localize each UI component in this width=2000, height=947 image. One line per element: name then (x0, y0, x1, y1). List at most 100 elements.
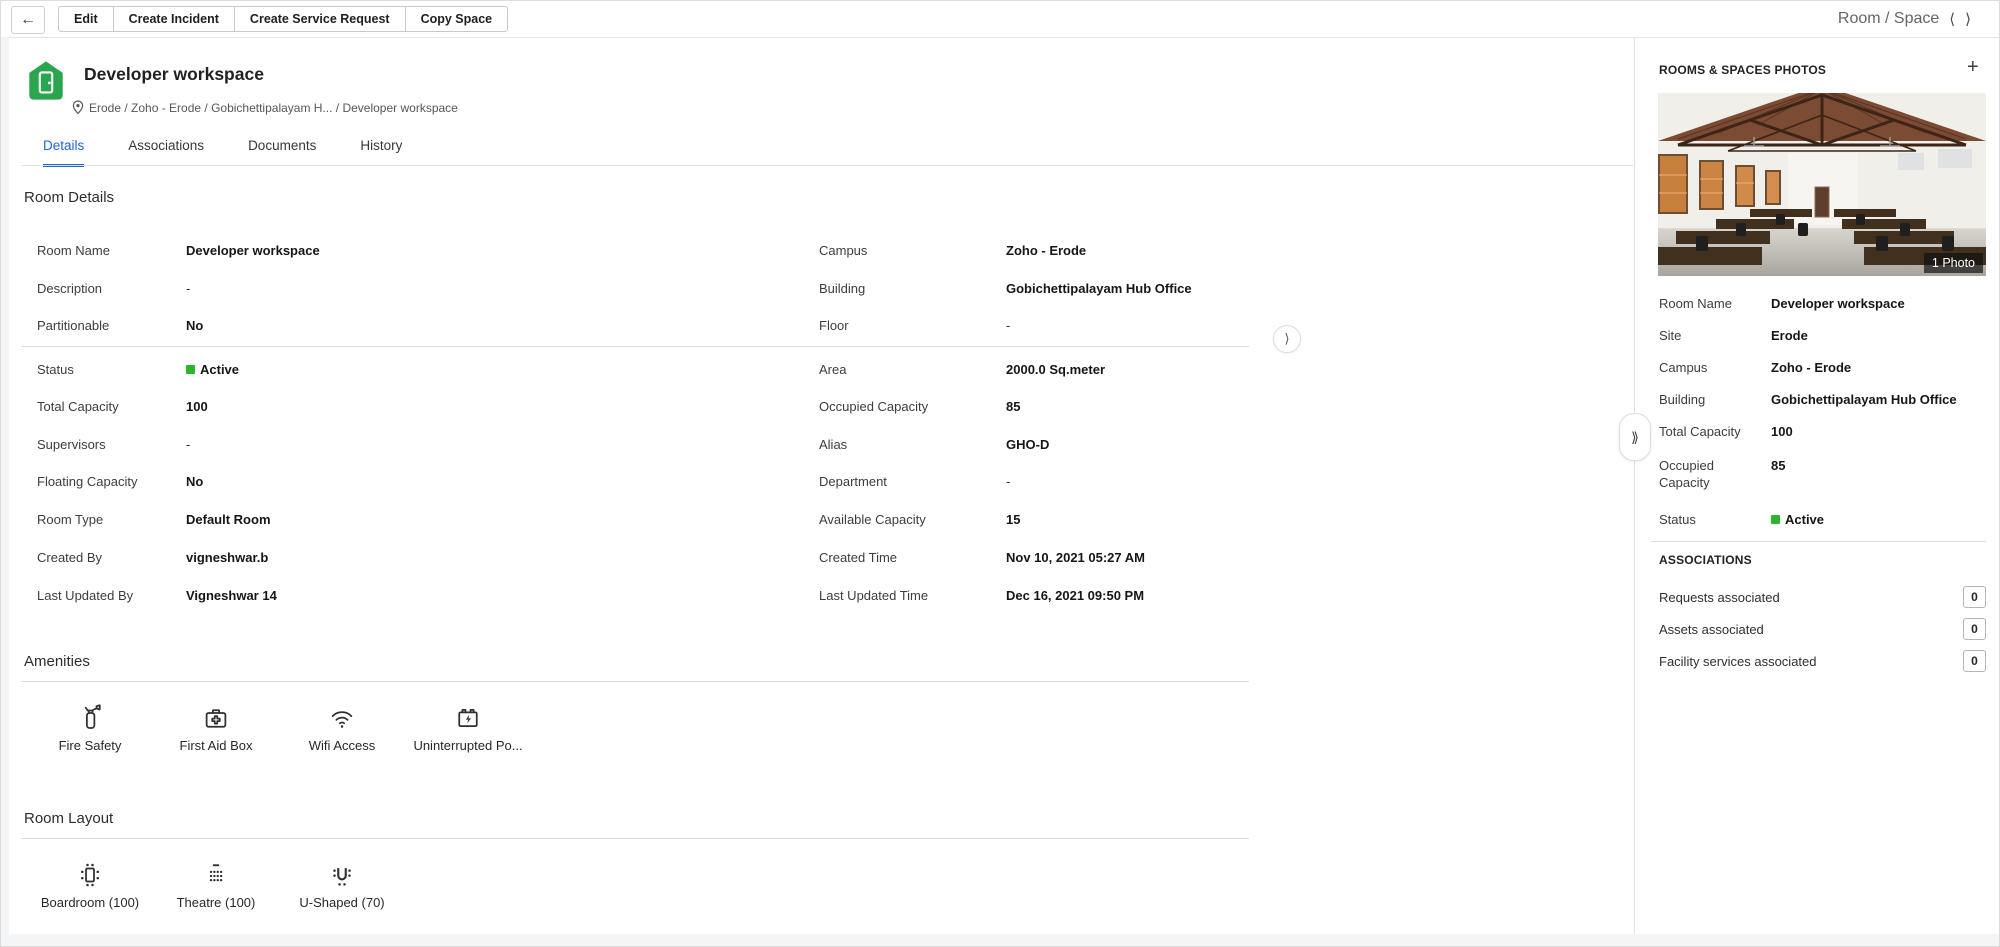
association-label: Assets associated (1659, 622, 1963, 637)
field-label: Alias (819, 437, 1006, 452)
first-aid-kit-icon (201, 703, 231, 733)
tab-associations[interactable]: Associations (128, 138, 204, 167)
add-photo-icon[interactable]: + (1967, 57, 1979, 77)
field-value: Active (200, 362, 239, 377)
layout-u-shaped: U-Shaped (70) (279, 856, 405, 910)
expand-panel-icon: ⟩ (1284, 331, 1289, 347)
next-chevron-icon[interactable]: ⟩ (1965, 12, 1971, 27)
breadcrumb[interactable]: Erode / Zoho - Erode / Gobichettipalayam… (72, 100, 458, 115)
field-row: Department- (819, 471, 1010, 491)
field-label: Created By (37, 550, 186, 565)
collapse-sidebar-icon: ⟫ (1631, 429, 1639, 446)
top-toolbar: ← Edit Create Incident Create Service Re… (1, 1, 2000, 38)
field-value: Zoho - Erode (1006, 243, 1086, 258)
back-arrow-icon: ← (20, 11, 36, 29)
field-value: 100 (1771, 423, 1793, 440)
field-value: Developer workspace (1771, 295, 1905, 312)
field-row: Area2000.0 Sq.meter (819, 359, 1105, 379)
field-row: Room NameDeveloper workspace (37, 240, 320, 260)
layout-label: U-Shaped (70) (299, 895, 384, 910)
page-title: Developer workspace (84, 64, 264, 85)
field-row: BuildingGobichettipalayam Hub Office (819, 278, 1192, 298)
tab-bar-divider (21, 165, 1633, 166)
field-label: Campus (1659, 359, 1771, 376)
facility-services-count-badge[interactable]: 0 (1963, 650, 1986, 672)
field-label: Occupied Capacity (819, 399, 1006, 414)
boardroom-layout-icon (75, 860, 105, 890)
wifi-icon (327, 703, 357, 733)
status-indicator (186, 365, 195, 374)
amenity-wifi-access: Wifi Access (279, 699, 405, 753)
layout-label: Boardroom (100) (41, 895, 139, 910)
association-label: Requests associated (1659, 590, 1963, 605)
field-value: vigneshwar.b (186, 550, 268, 565)
create-service-request-button[interactable]: Create Service Request (234, 6, 406, 32)
section-divider (1651, 541, 1986, 542)
association-label: Facility services associated (1659, 654, 1963, 669)
layout-theatre: Theatre (100) (153, 856, 279, 910)
field-label: Floating Capacity (37, 474, 186, 489)
field-label: Occupied Capacity (1659, 457, 1759, 491)
sidebar-field-row: BuildingGobichettipalayam Hub Office (1659, 391, 1957, 408)
context-label: Room / Space (1838, 10, 1939, 28)
field-row: Last Updated ByVigneshwar 14 (37, 585, 277, 605)
room-layout-title: Room Layout (24, 810, 113, 827)
association-row: Assets associated0 (1659, 618, 1986, 640)
collapse-sidebar-button[interactable]: ⟫ (1619, 413, 1651, 461)
fire-extinguisher-icon (75, 703, 105, 733)
field-label: Status (37, 362, 186, 377)
field-label: Created Time (819, 550, 1006, 565)
field-value: No (186, 318, 203, 333)
edit-button[interactable]: Edit (58, 6, 114, 32)
field-label: Last Updated Time (819, 588, 1006, 603)
sidebar-field-row: CampusZoho - Erode (1659, 359, 1851, 376)
field-label: Building (819, 281, 1006, 296)
prev-chevron-icon[interactable]: ⟨ (1949, 12, 1955, 27)
copy-space-button[interactable]: Copy Space (405, 6, 509, 32)
field-label: Partitionable (37, 318, 186, 333)
layout-label: Theatre (100) (177, 895, 256, 910)
section-divider (21, 681, 1249, 682)
field-row: Created TimeNov 10, 2021 05:27 AM (819, 547, 1145, 567)
field-row: Floor- (819, 315, 1010, 335)
tab-documents[interactable]: Documents (248, 138, 316, 167)
field-value: Dec 16, 2021 09:50 PM (1006, 588, 1144, 603)
amenity-uninterrupted-power: Uninterrupted Po... (405, 699, 531, 753)
expand-panel-button[interactable]: ⟩ (1273, 325, 1301, 353)
field-value: Active (1785, 511, 1824, 528)
field-label: Floor (819, 318, 1006, 333)
action-button-group: Edit Create Incident Create Service Requ… (58, 6, 508, 32)
amenities-title: Amenities (24, 653, 90, 670)
tab-history[interactable]: History (360, 138, 402, 167)
field-value: Developer workspace (186, 243, 320, 258)
tab-details[interactable]: Details (43, 138, 84, 167)
field-label: Area (819, 362, 1006, 377)
field-row: PartitionableNo (37, 315, 203, 335)
field-label: Total Capacity (37, 399, 186, 414)
field-label: Room Name (37, 243, 186, 258)
field-row: CampusZoho - Erode (819, 240, 1086, 260)
field-value: 85 (1006, 399, 1020, 414)
amenities-list: Fire Safety First Aid Box Wifi Access Un… (27, 699, 531, 753)
field-value: 85 (1771, 457, 1785, 491)
field-label: Status (1659, 511, 1771, 528)
room-photo[interactable]: 1 Photo (1658, 93, 1986, 276)
sidebar-field-row: SiteErode (1659, 327, 1808, 344)
section-divider (21, 346, 1249, 347)
sidebar-field-row: Room NameDeveloper workspace (1659, 295, 1905, 312)
field-value: No (186, 474, 203, 489)
sidebar-divider (1634, 37, 1635, 934)
create-incident-button[interactable]: Create Incident (113, 6, 235, 32)
field-value: 15 (1006, 512, 1020, 527)
field-row: Created Byvigneshwar.b (37, 547, 268, 567)
field-value: Erode (1771, 327, 1808, 344)
requests-count-badge[interactable]: 0 (1963, 586, 1986, 608)
status-indicator (1771, 515, 1780, 524)
amenity-label: Wifi Access (309, 738, 375, 753)
field-value: - (1006, 474, 1010, 489)
field-value: Default Room (186, 512, 271, 527)
amenity-fire-safety: Fire Safety (27, 699, 153, 753)
field-value: Vigneshwar 14 (186, 588, 277, 603)
back-button[interactable]: ← (11, 6, 45, 34)
assets-count-badge[interactable]: 0 (1963, 618, 1986, 640)
